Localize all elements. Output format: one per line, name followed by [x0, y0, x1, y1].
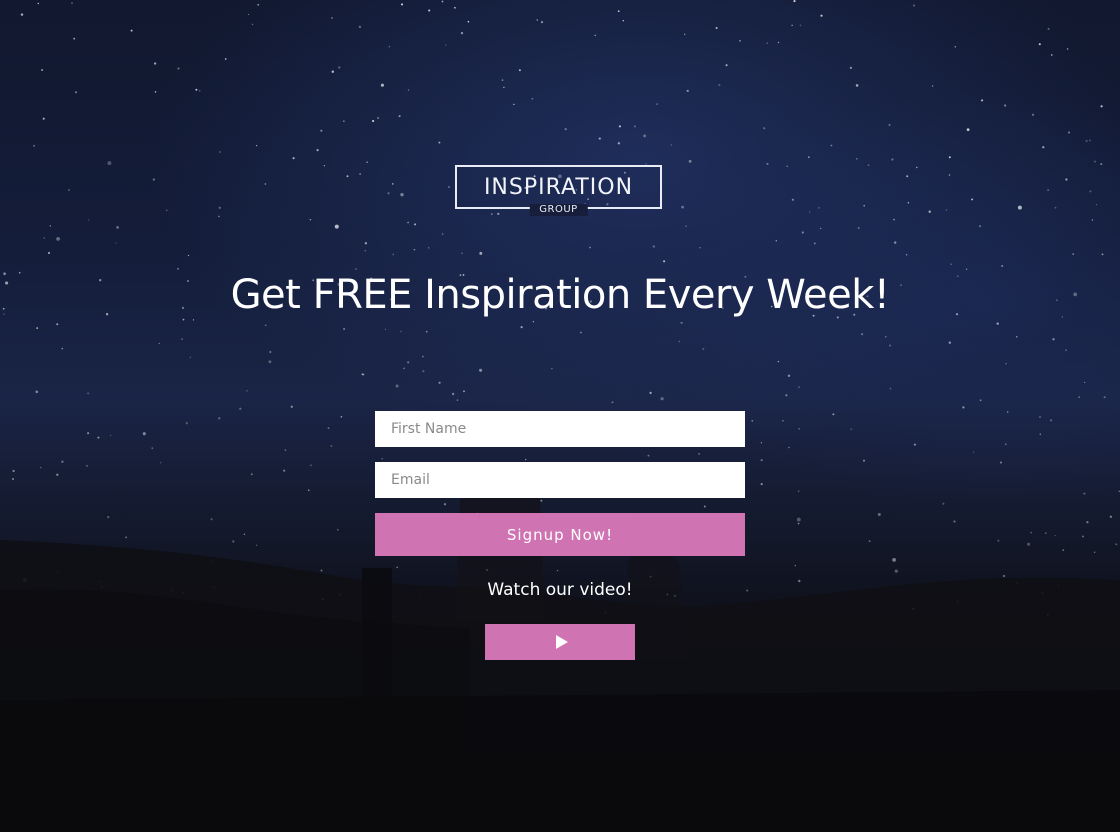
landing-content: INSPIRATION GROUP Get FREE Inspiration E…	[0, 0, 1120, 832]
brand-logo: INSPIRATION GROUP	[455, 165, 662, 216]
first-name-field[interactable]	[375, 411, 745, 447]
email-field[interactable]	[375, 462, 745, 498]
play-video-button[interactable]	[485, 624, 635, 660]
brand-subname: GROUP	[529, 204, 588, 216]
signup-button[interactable]: Signup Now!	[375, 513, 745, 556]
play-icon	[556, 635, 568, 649]
page-title: Get FREE Inspiration Every Week!	[230, 272, 890, 318]
video-label: Watch our video!	[487, 580, 633, 600]
brand-name: INSPIRATION	[483, 175, 634, 200]
